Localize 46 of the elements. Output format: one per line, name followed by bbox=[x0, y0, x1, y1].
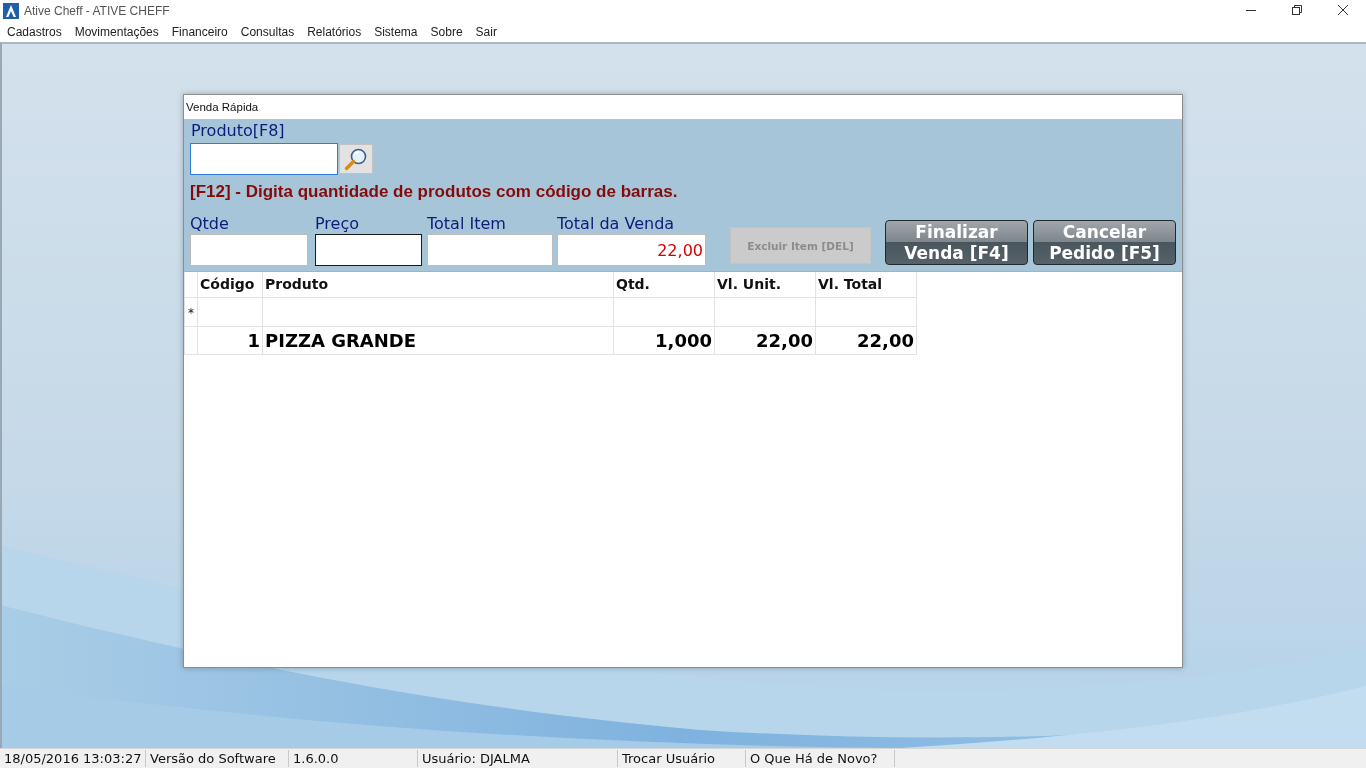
close-icon bbox=[1338, 5, 1348, 15]
window-title: Ative Cheff - ATIVE CHEFF bbox=[24, 4, 170, 18]
menu-item[interactable]: Cadastros bbox=[7, 24, 62, 40]
table-cell: 1 bbox=[247, 329, 260, 351]
status-text: Trocar Usuário bbox=[618, 750, 746, 767]
menu-item[interactable]: Sair bbox=[475, 24, 497, 40]
menu-item[interactable]: Consultas bbox=[240, 24, 295, 40]
status-text: Versão do Software bbox=[146, 750, 289, 767]
input-field[interactable] bbox=[315, 234, 422, 266]
search-icon bbox=[344, 147, 368, 171]
minimize-icon bbox=[1246, 9, 1256, 11]
input-field[interactable]: 22,00 bbox=[557, 234, 706, 266]
search-button[interactable] bbox=[339, 144, 373, 174]
field-label: Produto[F8] bbox=[191, 121, 285, 141]
table-cell: 1,000 bbox=[655, 329, 712, 351]
column-header[interactable]: Código bbox=[200, 276, 255, 293]
input-field[interactable] bbox=[190, 234, 308, 266]
menu-item[interactable]: Sistema bbox=[374, 24, 418, 40]
field-label: Preço bbox=[315, 214, 361, 234]
status-text: Usuário: DJALMA bbox=[418, 750, 618, 767]
status-text: O Que Há de Novo? bbox=[746, 750, 895, 767]
column-header[interactable]: Qtd. bbox=[616, 276, 650, 293]
menu-item[interactable]: Relatórios bbox=[307, 24, 362, 40]
new-row-marker: * bbox=[187, 305, 194, 320]
column-header[interactable]: Vl. Total bbox=[818, 276, 883, 293]
column-header[interactable]: Produto bbox=[265, 276, 329, 293]
table-cell: 22,00 bbox=[857, 329, 914, 351]
dialog-title: Venda Rápida bbox=[186, 101, 259, 113]
action-button[interactable]: Cancelar Pedido [F5] bbox=[1033, 220, 1176, 265]
restore-icon bbox=[1292, 5, 1302, 15]
column-header[interactable]: Vl. Unit. bbox=[717, 276, 781, 293]
app-logo-icon bbox=[3, 3, 19, 19]
field-label: Total da Venda bbox=[557, 214, 676, 234]
status-text: 18/05/2016 13:03:27 bbox=[0, 750, 146, 767]
table-cell: PIZZA GRANDE bbox=[265, 329, 417, 351]
field-label: Total Item bbox=[427, 214, 507, 234]
table-cell: 22,00 bbox=[756, 329, 813, 351]
product-search-field[interactable] bbox=[190, 143, 338, 175]
hint-text: [F12] - Digita quantidade de produtos com código de barras. bbox=[190, 182, 678, 202]
status-text: 1.6.0.0 bbox=[289, 750, 418, 767]
input-field[interactable] bbox=[427, 234, 553, 266]
menu-item[interactable]: Sobre bbox=[430, 24, 463, 40]
action-button[interactable]: Finalizar Venda [F4] bbox=[885, 220, 1028, 265]
menu-item[interactable]: Movimentações bbox=[74, 24, 159, 40]
menu-item[interactable]: Financeiro bbox=[171, 24, 228, 40]
field-label: Qtde bbox=[190, 214, 230, 234]
